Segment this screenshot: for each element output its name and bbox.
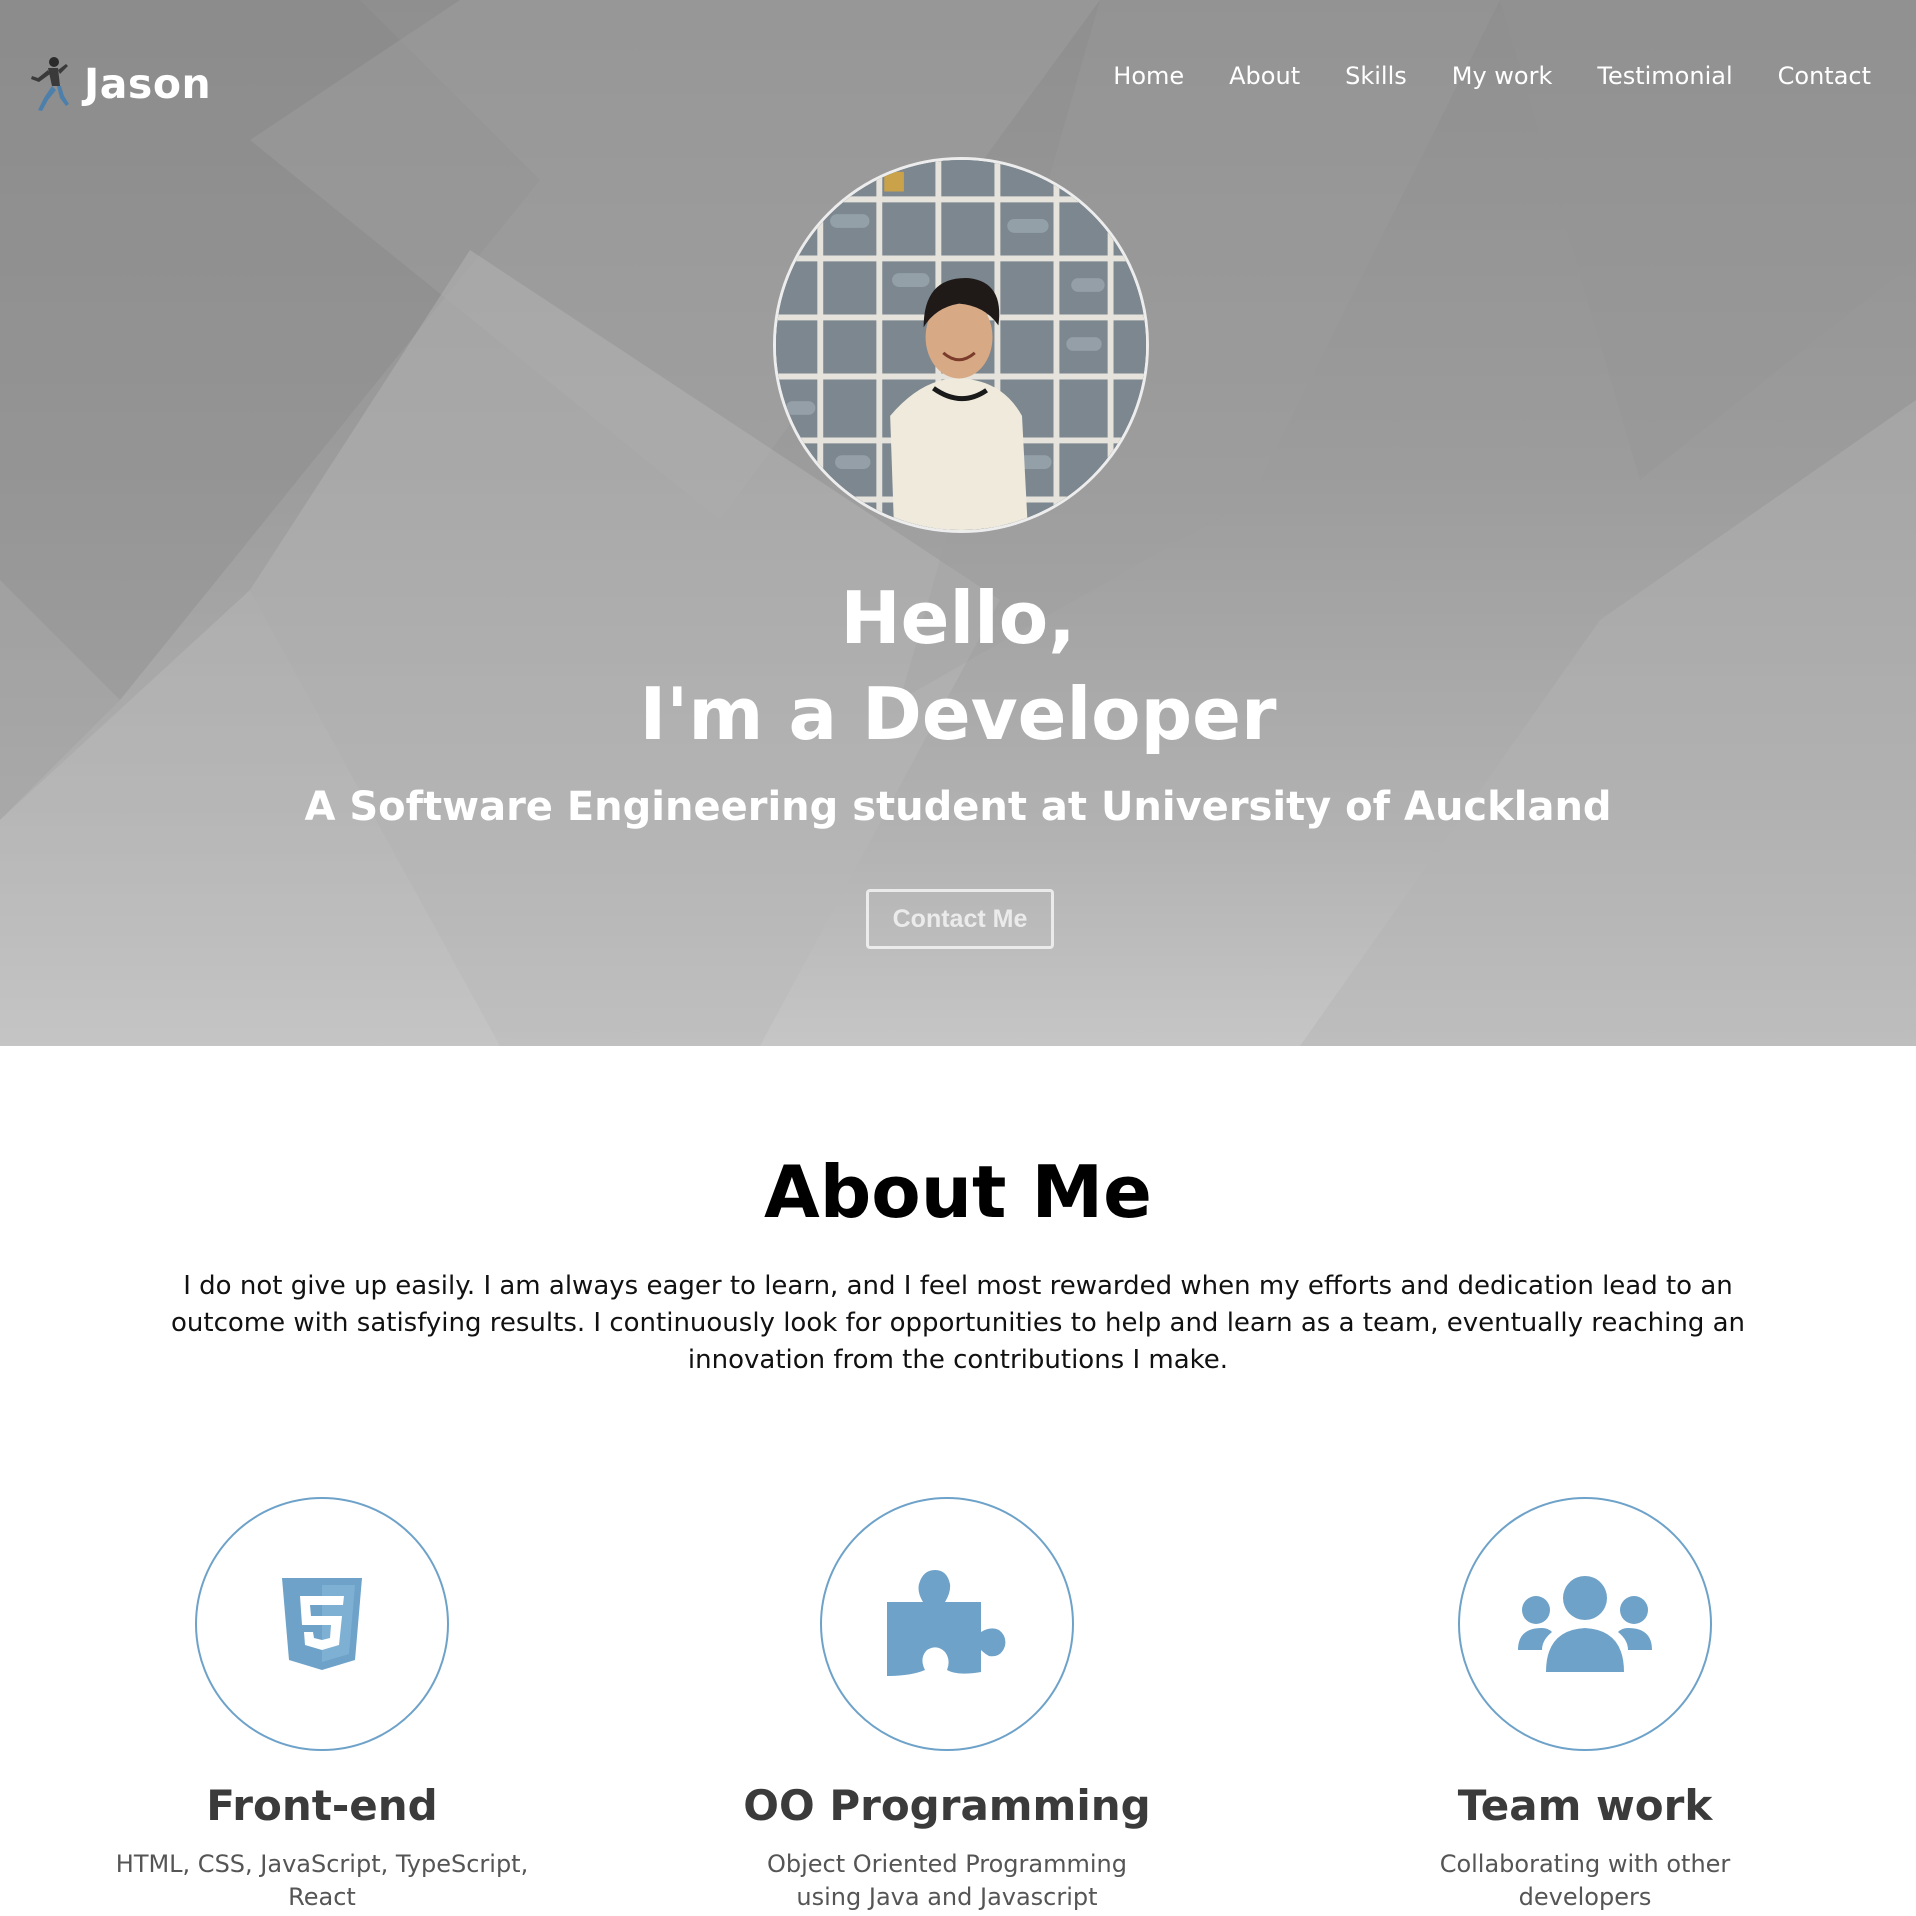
profile-avatar <box>773 157 1149 533</box>
profile-photo <box>776 160 1146 530</box>
contact-me-button[interactable]: Contact Me <box>866 889 1054 949</box>
runner-icon <box>31 57 69 111</box>
hero-section: Jason Home About Skills My work Testimon… <box>0 0 1916 1046</box>
feature-desc: HTML, CSS, JavaScript, TypeScript, React <box>115 1850 529 1911</box>
hero-greeting-line2: I'm a Developer <box>639 672 1277 756</box>
feature-title: Front-end <box>206 1781 438 1830</box>
hero-greeting-line1: Hello, <box>840 576 1076 660</box>
feature-icon-circle <box>195 1497 449 1751</box>
feature-oo-programming: OO Programming Object Oriented Programmi… <box>687 1497 1207 1914</box>
feature-desc: Collaborating with other developers <box>1439 1850 1731 1911</box>
feature-desc: Object Oriented Programming using Java a… <box>767 1850 1127 1911</box>
feature-front-end: Front-end HTML, CSS, JavaScript, TypeScr… <box>62 1497 582 1914</box>
main-nav: Home About Skills My work Testimonial Co… <box>1068 62 1871 90</box>
nav-about[interactable]: About <box>1229 62 1300 90</box>
feature-title: OO Programming <box>743 1781 1151 1830</box>
puzzle-icon <box>887 1570 1006 1676</box>
users-icon <box>1518 1576 1652 1672</box>
nav-contact[interactable]: Contact <box>1778 62 1871 90</box>
html5-icon <box>282 1578 362 1670</box>
feature-icon-circle <box>820 1497 1074 1751</box>
nav-testimonial[interactable]: Testimonial <box>1597 62 1732 90</box>
brand-name: Jason <box>84 60 212 108</box>
feature-icon-circle <box>1458 1497 1712 1751</box>
about-title: About Me <box>764 1150 1152 1234</box>
feature-title: Team work <box>1457 1781 1713 1830</box>
hero-headline: Hello, I'm a Developer <box>0 570 1916 762</box>
feature-team-work: Team work Collaborating with other devel… <box>1325 1497 1845 1914</box>
nav-my-work[interactable]: My work <box>1452 62 1553 90</box>
about-text: I do not give up easily. I am always eag… <box>170 1271 1746 1375</box>
hero-subtitle: A Software Engineering student at Univer… <box>304 784 1612 830</box>
nav-skills[interactable]: Skills <box>1345 62 1407 90</box>
brand-logo[interactable]: Jason <box>30 56 211 112</box>
nav-home[interactable]: Home <box>1113 62 1184 90</box>
